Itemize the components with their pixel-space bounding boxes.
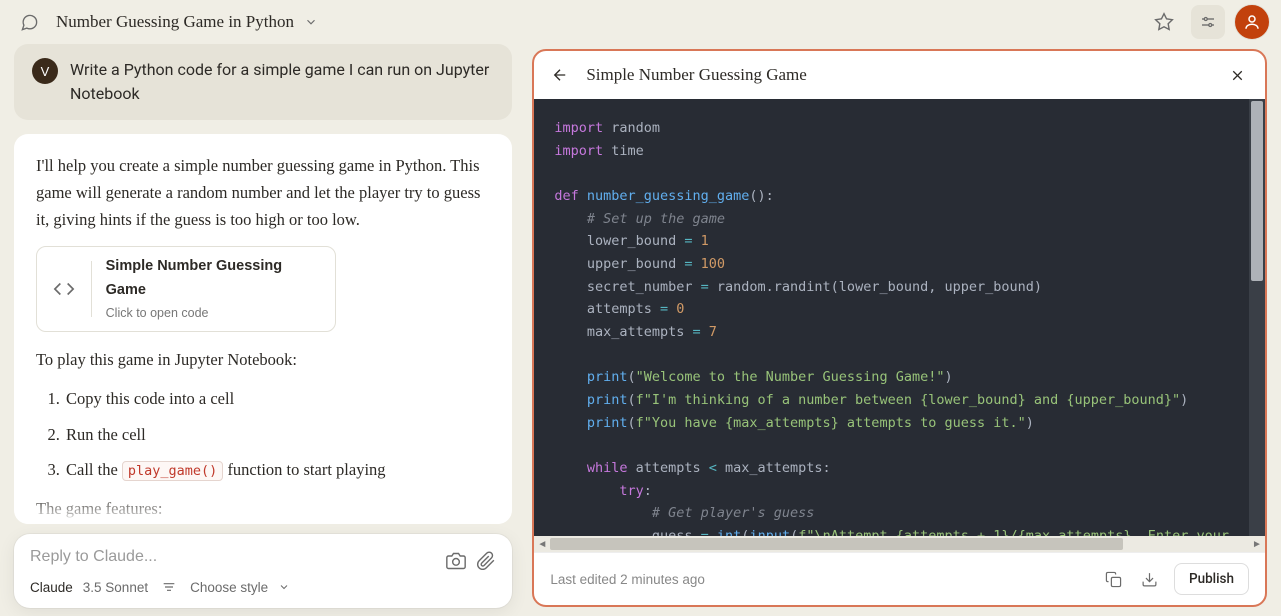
style-icon[interactable] bbox=[158, 576, 180, 598]
list-item: Copy this code into a cell bbox=[64, 385, 490, 412]
list-item: Call the play_game() function to start p… bbox=[64, 456, 490, 483]
attachment-icon[interactable] bbox=[476, 550, 496, 572]
user-avatar: V bbox=[32, 58, 58, 84]
code-viewer[interactable]: import random import time def number_gue… bbox=[534, 99, 1249, 536]
close-button[interactable] bbox=[1225, 63, 1249, 87]
artifact-card-subtitle: Click to open code bbox=[106, 303, 321, 324]
assistant-intro: I'll help you create a simple number gue… bbox=[36, 152, 490, 234]
artifact-panel-title: Simple Number Guessing Game bbox=[586, 65, 1211, 85]
artifact-panel: Simple Number Guessing Game import rando… bbox=[532, 49, 1267, 607]
scrollbar-thumb[interactable] bbox=[550, 538, 1123, 550]
download-button[interactable] bbox=[1138, 567, 1162, 591]
chevron-down-icon[interactable] bbox=[304, 15, 318, 29]
scrollbar-thumb[interactable] bbox=[1251, 101, 1263, 281]
assistant-message: I'll help you create a simple number gue… bbox=[14, 134, 512, 524]
style-picker[interactable]: Choose style bbox=[190, 580, 268, 595]
settings-sliders-button[interactable] bbox=[1191, 5, 1225, 39]
chat-icon[interactable] bbox=[12, 5, 46, 39]
code-icon bbox=[37, 261, 92, 317]
camera-icon[interactable] bbox=[446, 550, 466, 572]
copy-button[interactable] bbox=[1102, 567, 1126, 591]
model-label: Claude bbox=[30, 580, 73, 595]
vertical-scrollbar[interactable] bbox=[1249, 99, 1265, 536]
inline-code: play_game() bbox=[122, 461, 223, 481]
account-avatar-button[interactable] bbox=[1235, 5, 1269, 39]
horizontal-scrollbar[interactable]: ◄ ► bbox=[534, 536, 1265, 552]
publish-button[interactable]: Publish bbox=[1174, 563, 1249, 595]
reply-input[interactable] bbox=[30, 546, 446, 576]
scroll-left-arrow[interactable]: ◄ bbox=[534, 536, 550, 552]
back-arrow-button[interactable] bbox=[548, 63, 572, 87]
conversation-title[interactable]: Number Guessing Game in Python bbox=[56, 12, 294, 32]
model-version[interactable]: 3.5 Sonnet bbox=[83, 580, 148, 595]
user-message-text: Write a Python code for a simple game I … bbox=[70, 58, 494, 106]
topbar: Number Guessing Game in Python bbox=[0, 0, 1281, 44]
artifact-card-title: Simple Number Guessing Game bbox=[106, 255, 321, 303]
scroll-right-arrow[interactable]: ► bbox=[1249, 536, 1265, 552]
chevron-down-icon[interactable] bbox=[278, 581, 290, 593]
instructions-list: Copy this code into a cell Run the cell … bbox=[64, 385, 490, 483]
star-button[interactable] bbox=[1147, 5, 1181, 39]
user-message: V Write a Python code for a simple game … bbox=[14, 44, 512, 120]
last-edited-label: Last edited 2 minutes ago bbox=[550, 572, 1090, 587]
list-item: Run the cell bbox=[64, 421, 490, 448]
composer: Claude 3.5 Sonnet Choose style bbox=[14, 534, 512, 608]
artifact-card[interactable]: Simple Number Guessing Game Click to ope… bbox=[36, 246, 336, 332]
instructions-lead: To play this game in Jupyter Notebook: bbox=[36, 346, 490, 373]
fade-overlay bbox=[14, 494, 512, 524]
